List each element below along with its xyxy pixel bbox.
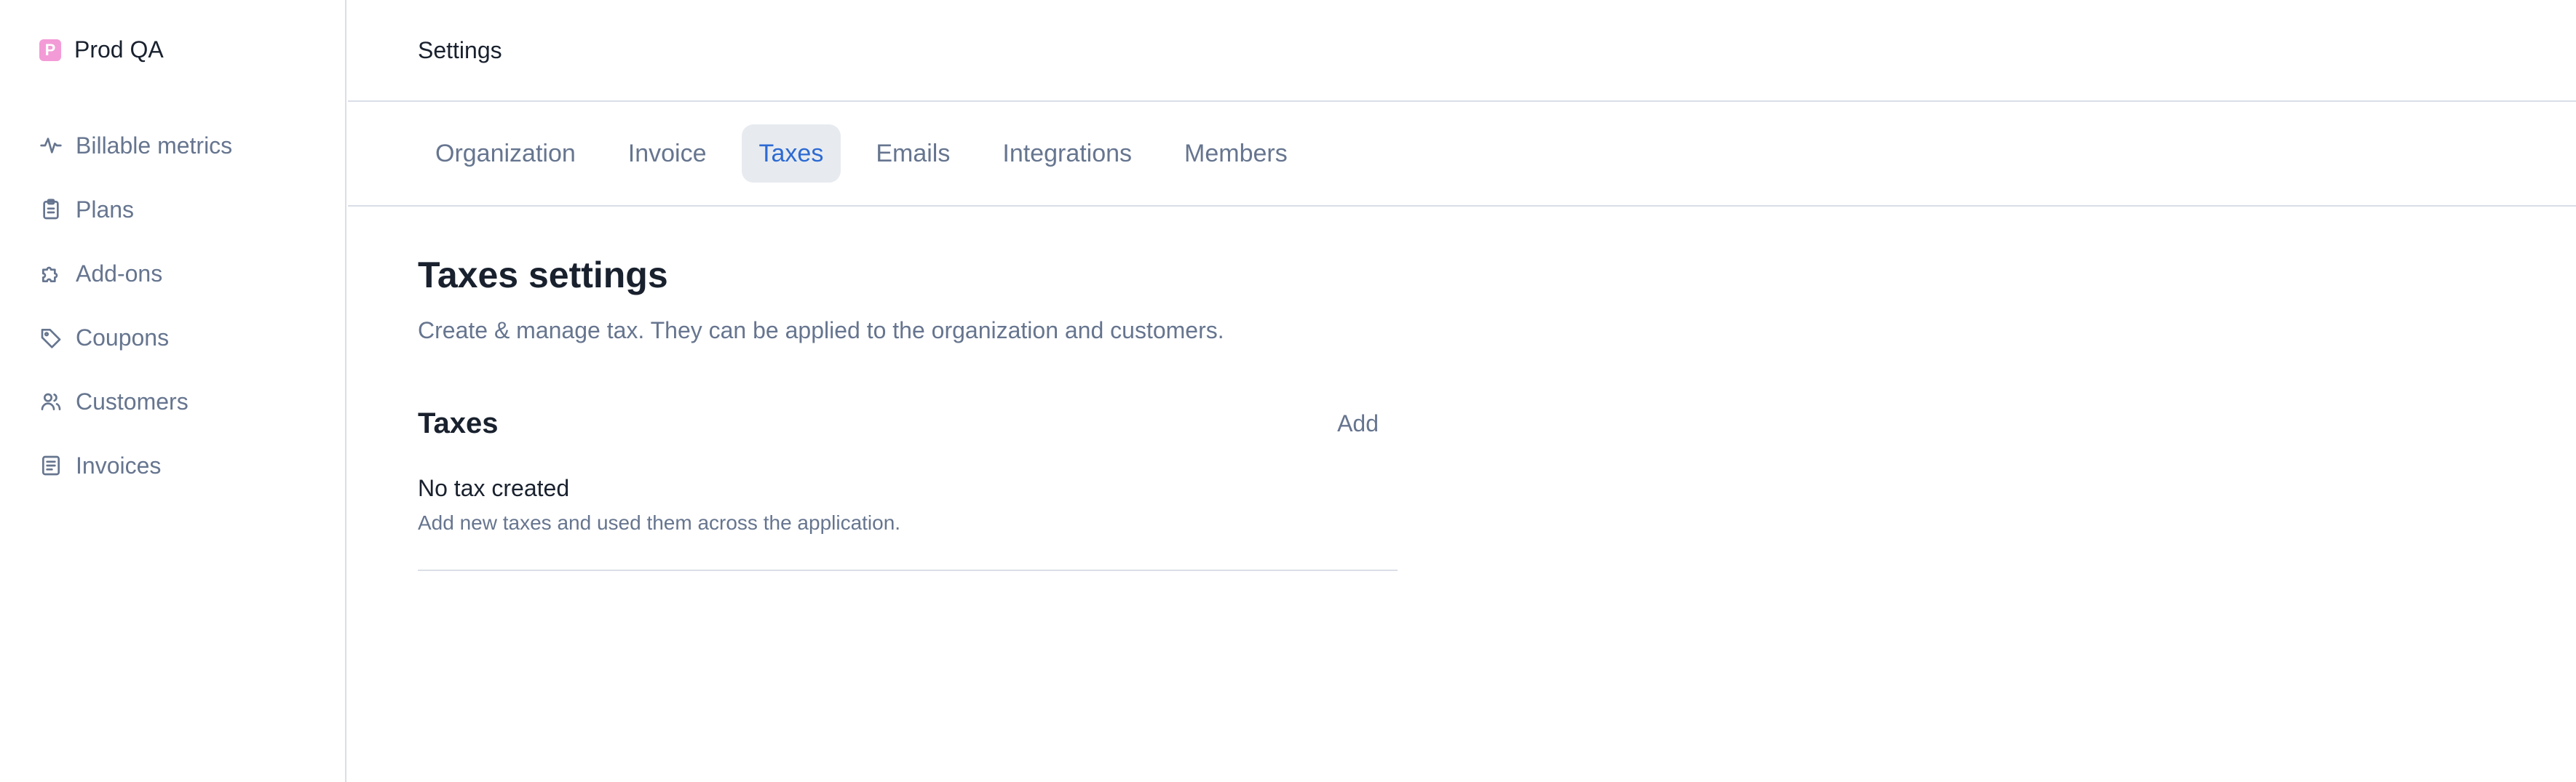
document-icon (39, 454, 63, 477)
section-description: Create & manage tax. They can be applied… (418, 317, 1224, 343)
divider (418, 570, 1398, 571)
org-name: Prod QA (74, 36, 164, 63)
main-panel: Settings Organization Invoice Taxes Emai… (348, 0, 2576, 782)
tab-organization[interactable]: Organization (418, 124, 593, 183)
org-switcher[interactable]: P Prod QA (39, 36, 164, 63)
tab-invoice[interactable]: Invoice (611, 124, 724, 183)
clipboard-icon (39, 198, 63, 221)
sidebar-item-coupons[interactable]: Coupons (39, 306, 232, 370)
page-header: Settings (348, 0, 2576, 102)
pulse-icon (39, 134, 63, 157)
sidebar: P Prod QA Billable metrics Plans Add-ons… (0, 0, 346, 782)
tab-taxes[interactable]: Taxes (741, 124, 841, 183)
section-title: Taxes settings (418, 255, 668, 295)
sidebar-item-label: Coupons (76, 324, 170, 351)
sidebar-nav: Billable metrics Plans Add-ons Coupons C… (39, 113, 232, 498)
tag-icon (39, 326, 63, 349)
sidebar-item-add-ons[interactable]: Add-ons (39, 242, 232, 306)
sidebar-item-label: Plans (76, 196, 135, 223)
users-icon (39, 390, 63, 413)
sidebar-item-invoices[interactable]: Invoices (39, 434, 232, 498)
empty-state-description: Add new taxes and used them across the a… (418, 511, 901, 534)
app-root: P Prod QA Billable metrics Plans Add-ons… (0, 0, 2576, 782)
sidebar-item-plans[interactable]: Plans (39, 177, 232, 242)
org-avatar: P (39, 39, 61, 61)
taxes-settings-section: Taxes settings Create & manage tax. They… (348, 207, 1398, 571)
empty-state-title: No tax created (418, 475, 570, 501)
sidebar-item-billable-metrics[interactable]: Billable metrics (39, 113, 232, 177)
taxes-title: Taxes (418, 407, 499, 439)
taxes-header: Taxes Add (418, 404, 1398, 443)
sidebar-item-label: Billable metrics (76, 132, 233, 159)
puzzle-icon (39, 262, 63, 285)
page-title: Settings (418, 36, 502, 63)
add-tax-button[interactable]: Add (1320, 404, 1398, 443)
settings-tabs: Organization Invoice Taxes Emails Integr… (348, 102, 2576, 207)
tab-emails[interactable]: Emails (858, 124, 967, 183)
sidebar-item-label: Customers (76, 388, 189, 415)
tab-members[interactable]: Members (1167, 124, 1305, 183)
tab-integrations[interactable]: Integrations (985, 124, 1149, 183)
sidebar-item-customers[interactable]: Customers (39, 370, 232, 434)
sidebar-item-label: Invoices (76, 452, 162, 479)
sidebar-item-label: Add-ons (76, 260, 163, 287)
